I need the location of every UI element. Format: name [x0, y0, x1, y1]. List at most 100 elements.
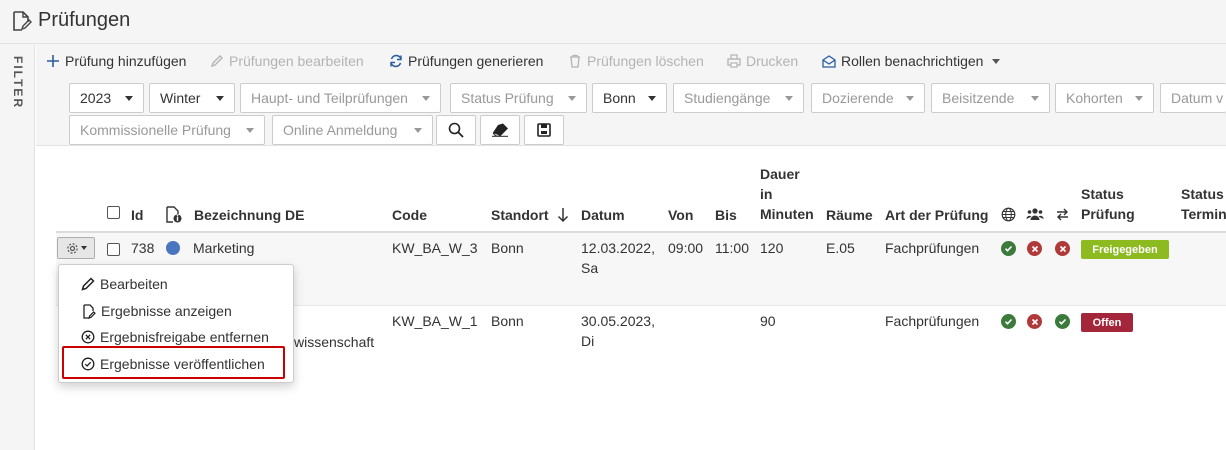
- page-header: Prüfungen: [0, 0, 1226, 44]
- caret-down-icon: [648, 95, 656, 101]
- cell-id: 738: [131, 240, 155, 256]
- programs-select[interactable]: Studiengänge: [673, 83, 804, 113]
- envelope-open-icon: [822, 55, 836, 68]
- save-icon: [537, 123, 551, 137]
- x-circle-icon: [1027, 241, 1042, 256]
- semester-select[interactable]: Winter: [149, 83, 235, 113]
- cell-location: Bonn: [491, 240, 524, 256]
- menu-item-label: Ergebnisse veröffentlichen: [100, 356, 265, 372]
- year-select[interactable]: 2023: [69, 83, 144, 113]
- semester-value: Winter: [160, 90, 201, 106]
- cohorts-value: Kohorten: [1066, 90, 1123, 106]
- save-filters-button[interactable]: [524, 115, 564, 145]
- year-value: 2023: [80, 90, 112, 106]
- cell-date-line1: 12.03.2022,: [581, 240, 655, 256]
- menu-item-remove-release[interactable]: Ergebnisfreigabe entfernen: [59, 324, 295, 350]
- column-header-from[interactable]: Von: [668, 205, 693, 225]
- column-header-name[interactable]: Bezeichnung DE: [194, 205, 304, 225]
- print-label: Drucken: [746, 53, 799, 69]
- cell-code: KW_BA_W_3: [392, 240, 478, 256]
- exchange-icon: [1057, 208, 1068, 221]
- column-header-code[interactable]: Code: [392, 205, 427, 225]
- cell-name[interactable]: Marketing: [193, 238, 254, 258]
- date-from-field[interactable]: Datum v: [1160, 83, 1226, 113]
- column-header-to[interactable]: Bis: [715, 205, 737, 225]
- assessors-select[interactable]: Beisitzende: [931, 83, 1050, 113]
- search-button[interactable]: [436, 115, 476, 145]
- generate-exams-button[interactable]: Prüfungen generieren: [389, 53, 543, 69]
- caret-down-icon: [125, 95, 133, 101]
- caret-down-icon: [216, 95, 224, 101]
- exam-status-value: Status Prüfung: [461, 90, 554, 106]
- caret-down-icon: [785, 95, 793, 101]
- status-appt-header-line2: Termin: [1181, 206, 1226, 222]
- print-button[interactable]: Drucken: [727, 53, 798, 69]
- pencil-icon: [81, 277, 95, 291]
- date-from-value: Datum v: [1171, 90, 1224, 106]
- cell-date: 30.05.2023, Di: [581, 311, 655, 351]
- row-checkbox[interactable]: [107, 243, 120, 256]
- menu-item-label: Ergebnisfreigabe entfernen: [100, 329, 269, 345]
- online-registration-select[interactable]: Online Anmeldung: [272, 115, 433, 145]
- sort-down-icon: [557, 208, 569, 223]
- cell-date-line2: Di: [581, 333, 595, 349]
- document-info-icon: [166, 206, 182, 223]
- edit-exams-button[interactable]: Prüfungen bearbeiten: [210, 53, 364, 69]
- programs-value: Studiengänge: [684, 90, 771, 106]
- gear-icon: [66, 242, 78, 254]
- row-actions-button[interactable]: [57, 237, 95, 259]
- add-exam-label: Prüfung hinzufügen: [65, 53, 187, 69]
- users-icon: [1026, 208, 1044, 220]
- select-all-checkbox[interactable]: [107, 206, 120, 219]
- location-select[interactable]: Bonn: [592, 83, 667, 113]
- column-header-id[interactable]: Id: [131, 205, 143, 225]
- clear-filters-button[interactable]: [480, 115, 520, 145]
- cell-date-line1: 30.05.2023,: [581, 313, 655, 329]
- caret-down-icon: [568, 95, 576, 101]
- print-icon: [727, 54, 741, 68]
- duration-header-line2: in: [760, 186, 773, 202]
- status-exam-header-line1: Status: [1081, 186, 1124, 202]
- caret-down-icon: [1135, 95, 1143, 101]
- generate-exams-label: Prüfungen generieren: [408, 53, 544, 69]
- chevron-down-icon: [80, 246, 87, 250]
- menu-item-publish-results[interactable]: Ergebnisse veröffentlichen: [59, 351, 295, 377]
- caret-down-icon: [422, 95, 430, 101]
- caret-down-icon: [414, 127, 422, 133]
- menu-item-label: Bearbeiten: [100, 276, 168, 292]
- column-header-duration[interactable]: Dauer in Minuten: [760, 164, 814, 224]
- column-header-location[interactable]: Standort: [491, 205, 549, 225]
- exam-type-select[interactable]: Haupt- und Teilprüfungen: [240, 83, 441, 113]
- column-header-status-exam[interactable]: Status Prüfung: [1081, 184, 1135, 224]
- exam-status-select[interactable]: Status Prüfung: [450, 83, 587, 113]
- column-header-rooms[interactable]: Räume: [826, 205, 873, 225]
- cell-location: Bonn: [491, 313, 524, 329]
- delete-exams-label: Prüfungen löschen: [587, 53, 704, 69]
- row-actions-menu: Bearbeiten Ergebnisse anzeigen Ergebnisf…: [58, 264, 294, 383]
- filter-panel-toggle[interactable]: FILTER: [0, 44, 35, 450]
- page-title: Prüfungen: [38, 9, 131, 31]
- notify-roles-button[interactable]: Rollen benachrichtigen: [822, 53, 1001, 69]
- menu-item-label: Ergebnisse anzeigen: [101, 303, 232, 319]
- delete-exams-button[interactable]: Prüfungen löschen: [568, 53, 704, 69]
- column-header-exam-type[interactable]: Art der Prüfung: [885, 205, 988, 225]
- plus-icon: [47, 55, 59, 67]
- duration-header-line1: Dauer: [760, 166, 800, 182]
- x-circle-icon: [1027, 314, 1042, 329]
- menu-item-edit[interactable]: Bearbeiten: [59, 271, 295, 297]
- cell-from: 09:00: [668, 240, 704, 256]
- assessors-value: Beisitzende: [942, 90, 1015, 106]
- check-circle-icon: [1055, 314, 1070, 329]
- cohorts-select[interactable]: Kohorten: [1055, 83, 1154, 113]
- column-header-status-appointment[interactable]: Status Termin: [1181, 184, 1226, 224]
- refresh-icon: [390, 54, 402, 68]
- cell-name[interactable]: swissenschaft: [287, 332, 374, 352]
- menu-item-show-results[interactable]: Ergebnisse anzeigen: [59, 298, 295, 324]
- cell-rooms: E.05: [826, 240, 855, 256]
- document-edit-icon: [13, 11, 32, 31]
- cell-date-line2: Sa: [581, 260, 599, 276]
- column-header-date[interactable]: Datum: [581, 205, 625, 225]
- commission-select[interactable]: Kommissionelle Prüfung: [69, 115, 265, 145]
- add-exam-button[interactable]: Prüfung hinzufügen: [46, 53, 186, 69]
- lecturers-select[interactable]: Dozierende: [811, 83, 925, 113]
